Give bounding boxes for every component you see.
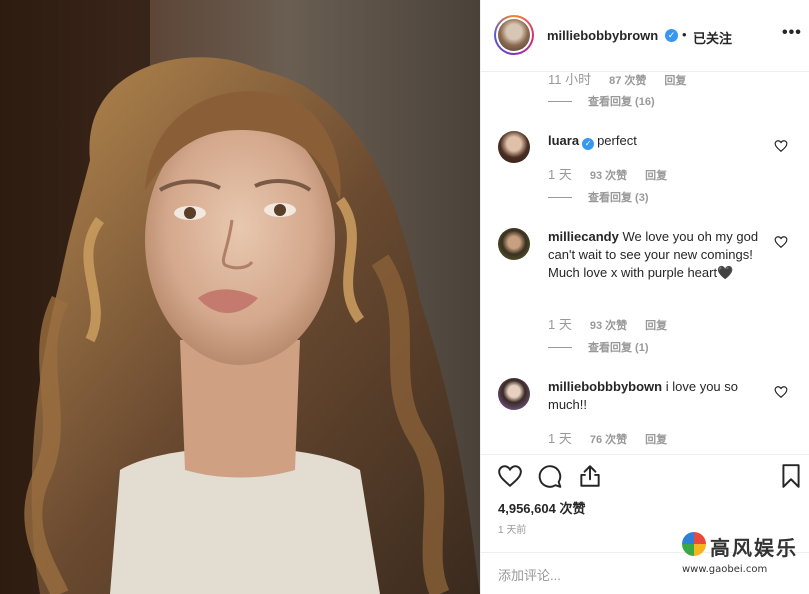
comment-likes[interactable]: 93 次赞 (590, 317, 627, 333)
post-header: milliebobbybrown ✓ • 已关注 ••• (481, 0, 809, 72)
reply-button[interactable]: 回复 (645, 167, 667, 183)
heart-icon[interactable] (774, 139, 788, 153)
site-watermark: 高风娱乐 www.gaobei.com (682, 532, 800, 580)
commenter-username[interactable]: milliecandy (548, 229, 619, 244)
reply-button[interactable]: 回复 (645, 431, 667, 447)
comment-body: perfect (597, 133, 637, 148)
commenter-avatar[interactable] (498, 378, 530, 410)
commenter-username[interactable]: luara (548, 133, 579, 148)
comment-meta-row: 1 天 93 次赞 回复 (548, 314, 667, 333)
watermark-title: 高风娱乐 (710, 536, 798, 560)
follow-status-button[interactable]: 已关注 (693, 28, 732, 47)
comment-time: 1 天 (548, 167, 572, 182)
comment-meta-row: 1 天 76 次赞 回复 (548, 428, 667, 447)
post-photo[interactable] (0, 0, 480, 594)
comment-likes[interactable]: 93 次赞 (590, 167, 627, 183)
comments-list[interactable]: 11 小时 87 次赞 回复 查看回复 (16) luara ✓ perfect 1… (481, 72, 809, 454)
post-timestamp: 1 天前 (498, 525, 527, 536)
reply-button[interactable]: 回复 (664, 72, 686, 88)
comment-input-placeholder[interactable]: 添加评论... (498, 565, 561, 584)
comment-likes[interactable]: 76 次赞 (590, 431, 627, 447)
share-icon[interactable] (577, 463, 603, 489)
verified-badge-icon: ✓ (665, 29, 678, 42)
portrait-illustration (0, 0, 480, 594)
post-details-panel: milliebobbybrown ✓ • 已关注 ••• 11 小时 87 次赞… (480, 0, 809, 594)
comment-time: 1 天 (548, 317, 572, 332)
comment-text: milliecandy We love you oh my god can't … (548, 228, 760, 282)
comment-likes[interactable]: 87 次赞 (609, 72, 646, 88)
author-avatar[interactable] (494, 15, 534, 55)
commenter-avatar[interactable] (498, 131, 530, 163)
comment-bubble-icon[interactable] (537, 463, 563, 489)
more-options-icon[interactable]: ••• (782, 24, 802, 42)
reply-button[interactable]: 回复 (645, 317, 667, 333)
commenter-username[interactable]: milliebobbbybown (548, 379, 662, 394)
view-replies-button[interactable]: 查看回复 (1) (548, 339, 649, 355)
heart-icon[interactable] (497, 463, 523, 489)
watermark-logo-icon (682, 532, 706, 556)
verified-badge-icon: ✓ (582, 138, 595, 150)
commenter-avatar[interactable] (498, 228, 530, 260)
heart-icon[interactable] (774, 235, 788, 249)
comment-time: 11 小时 (548, 72, 592, 87)
watermark-url: www.gaobei.com (682, 564, 768, 575)
heart-icon[interactable] (774, 385, 788, 399)
comment-time: 1 天 (548, 431, 572, 446)
likes-count[interactable]: 4,956,604 次赞 (498, 498, 585, 517)
bookmark-icon[interactable] (778, 463, 804, 489)
comment-text: milliebobbbybown i love you so much!! (548, 378, 760, 414)
view-replies-button[interactable]: 查看回复 (3) (548, 189, 649, 205)
author-username[interactable]: milliebobbybrown (547, 28, 658, 43)
view-replies-button[interactable]: 查看回复 (16) (548, 93, 655, 109)
comment-meta-row: 1 天 93 次赞 回复 (548, 164, 667, 183)
comment-meta-row: 11 小时 87 次赞 回复 (548, 72, 686, 88)
header-separator: • (682, 27, 687, 42)
comment-text: luara ✓ perfect (548, 132, 760, 150)
